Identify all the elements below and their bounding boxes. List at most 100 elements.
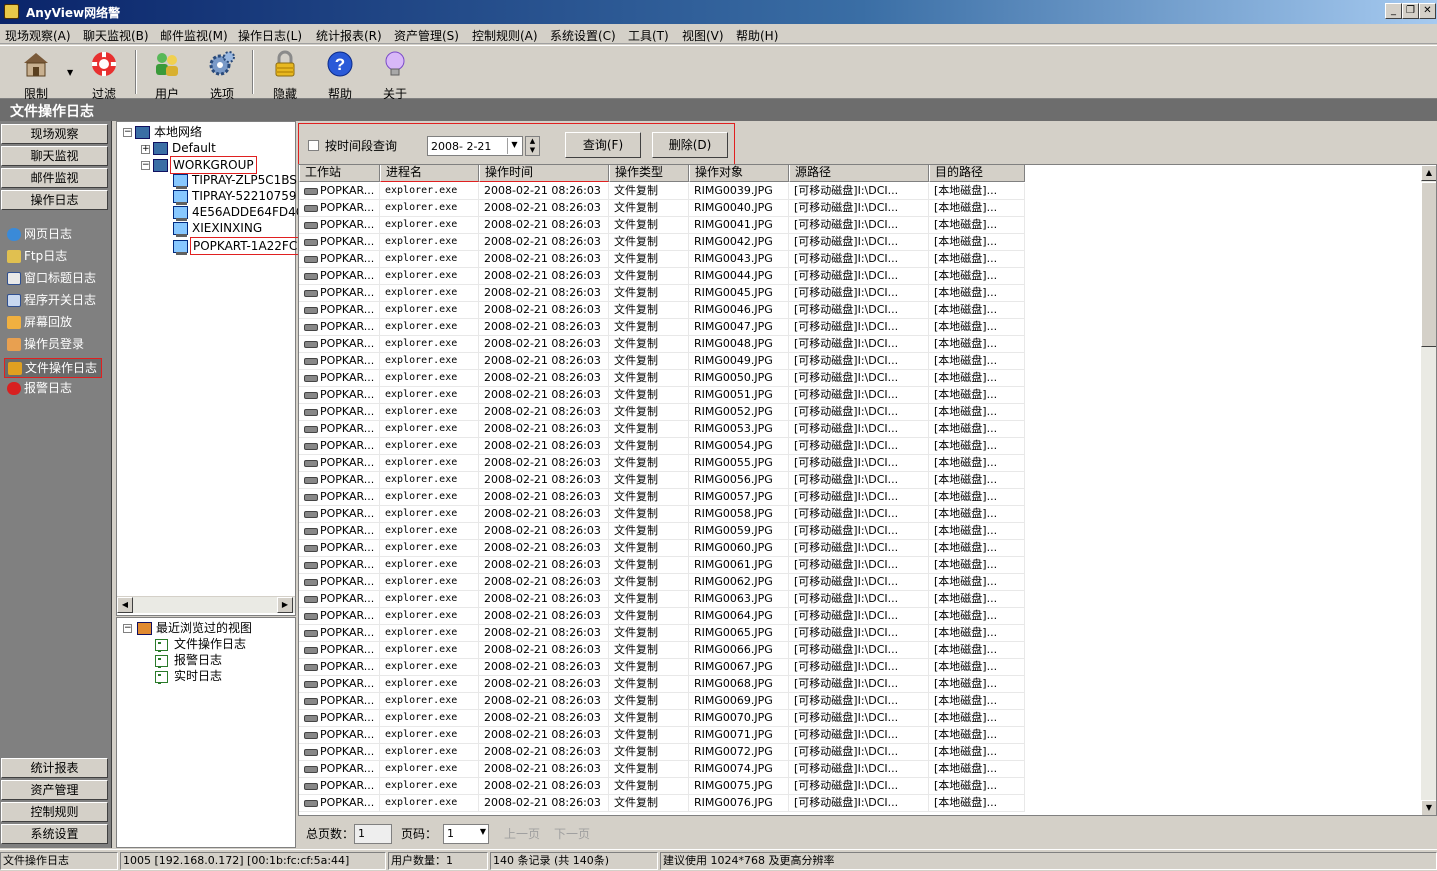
table-row[interactable]: POPKAR... explorer.exe 2008-02-21 08:26:03… <box>299 370 1419 387</box>
table-row[interactable]: POPKAR... explorer.exe 2008-02-21 08:26:03… <box>299 472 1419 489</box>
nav-item-operator-login[interactable]: 操作员登录 <box>4 335 102 355</box>
menu-assets[interactable]: 资产管理(S) <box>394 27 459 44</box>
table-row[interactable]: POPKAR... explorer.exe 2008-02-21 08:26:03… <box>299 727 1419 744</box>
time-range-checkbox[interactable] <box>308 140 319 151</box>
table-row[interactable]: POPKAR... explorer.exe 2008-02-21 08:26:03… <box>299 336 1419 353</box>
table-row[interactable]: POPKAR... explorer.exe 2008-02-21 08:26:03… <box>299 523 1419 540</box>
table-row[interactable]: POPKAR... explorer.exe 2008-02-21 08:26:03… <box>299 421 1419 438</box>
table-row[interactable]: POPKAR... explorer.exe 2008-02-21 08:26:03… <box>299 676 1419 693</box>
menu-chat-monitor[interactable]: 聊天监视(B) <box>83 27 149 44</box>
chevron-down-icon[interactable]: ▼ <box>507 138 521 154</box>
date-picker[interactable]: 2008- 2-21 ▼ <box>427 136 523 156</box>
menu-tools[interactable]: 工具(T) <box>628 27 669 44</box>
table-row[interactable]: POPKAR... explorer.exe 2008-02-21 08:26:03… <box>299 285 1419 302</box>
table-row[interactable]: POPKAR... explorer.exe 2008-02-21 08:26:03… <box>299 557 1419 574</box>
tree-collapse-icon[interactable]: − <box>123 128 132 137</box>
scroll-thumb[interactable] <box>1421 182 1436 347</box>
column-header-destination[interactable]: 目的路径 <box>929 165 1025 182</box>
nav-chat-monitor[interactable]: 聊天监视 <box>1 146 108 166</box>
tree-node-local-network[interactable]: 本地网络 <box>135 124 204 140</box>
menu-mail-monitor[interactable]: 邮件监视(M) <box>160 27 228 44</box>
recent-view-item[interactable]: 报警日志 <box>155 652 224 668</box>
table-row[interactable]: POPKAR... explorer.exe 2008-02-21 08:26:03… <box>299 506 1419 523</box>
table-row[interactable]: POPKAR... explorer.exe 2008-02-21 08:26:03… <box>299 183 1419 200</box>
scroll-right-icon[interactable]: ▶ <box>277 597 293 613</box>
nav-system-settings[interactable]: 系统设置 <box>1 824 108 844</box>
query-button[interactable]: 查询(F) <box>565 132 641 158</box>
nav-assets[interactable]: 资产管理 <box>1 780 108 800</box>
hide-button[interactable]: 隐藏 <box>260 50 310 102</box>
table-row[interactable]: POPKAR... explorer.exe 2008-02-21 08:26:03… <box>299 778 1419 795</box>
nav-item-screen-replay[interactable]: 屏幕回放 <box>4 313 102 333</box>
menu-statistics[interactable]: 统计报表(R) <box>316 27 382 44</box>
scroll-up-icon[interactable]: ▲ <box>1421 165 1436 181</box>
table-row[interactable]: POPKAR... explorer.exe 2008-02-21 08:26:03… <box>299 625 1419 642</box>
nav-live-view[interactable]: 现场观察 <box>1 124 108 144</box>
next-page-button[interactable]: 下一页 <box>554 825 590 842</box>
column-header-time[interactable]: 操作时间 <box>479 165 609 182</box>
tree-node-host[interactable]: TIPRAY-ZLP5C1BS <box>173 172 299 189</box>
table-row[interactable]: POPKAR... explorer.exe 2008-02-21 08:26:03… <box>299 642 1419 659</box>
restrict-button[interactable]: 限制 <box>11 50 61 102</box>
column-header-source[interactable]: 源路径 <box>789 165 929 182</box>
table-row[interactable]: POPKAR... explorer.exe 2008-02-21 08:26:03… <box>299 200 1419 217</box>
column-header-object[interactable]: 操作对象 <box>689 165 789 182</box>
nav-item-program-log[interactable]: 程序开关日志 <box>4 291 102 311</box>
nav-item-ftp-log[interactable]: Ftp日志 <box>4 247 102 267</box>
table-row[interactable]: POPKAR... explorer.exe 2008-02-21 08:26:03… <box>299 574 1419 591</box>
table-row[interactable]: POPKAR... explorer.exe 2008-02-21 08:26:03… <box>299 234 1419 251</box>
menu-help[interactable]: 帮助(H) <box>736 27 778 44</box>
table-row[interactable]: POPKAR... explorer.exe 2008-02-21 08:26:03… <box>299 489 1419 506</box>
tree-horizontal-scrollbar[interactable]: ◀ ▶ <box>117 596 295 613</box>
column-header-process[interactable]: 进程名 <box>380 165 479 182</box>
restrict-dropdown-icon[interactable]: ▼ <box>67 68 73 77</box>
scroll-down-icon[interactable]: ▼ <box>1421 800 1436 815</box>
table-row[interactable]: POPKAR... explorer.exe 2008-02-21 08:26:03… <box>299 404 1419 421</box>
nav-mail-monitor[interactable]: 邮件监视 <box>1 168 108 188</box>
filter-button[interactable]: 过滤 <box>79 50 129 102</box>
options-button[interactable]: 选项 <box>197 50 247 102</box>
menu-view[interactable]: 视图(V) <box>682 27 724 44</box>
chevron-down-icon[interactable]: ▼ <box>480 827 486 836</box>
table-row[interactable]: POPKAR... explorer.exe 2008-02-21 08:26:03… <box>299 251 1419 268</box>
table-row[interactable]: POPKAR... explorer.exe 2008-02-21 08:26:03… <box>299 659 1419 676</box>
menu-system-settings[interactable]: 系统设置(C) <box>550 27 616 44</box>
close-button[interactable]: ✕ <box>1419 3 1436 19</box>
recent-view-item[interactable]: 文件操作日志 <box>155 636 248 652</box>
minimize-button[interactable]: _ <box>1385 3 1402 19</box>
table-row[interactable]: POPKAR... explorer.exe 2008-02-21 08:26:03… <box>299 744 1419 761</box>
prev-page-button[interactable]: 上一页 <box>504 825 540 842</box>
table-row[interactable]: POPKAR... explorer.exe 2008-02-21 08:26:03… <box>299 302 1419 319</box>
tree-node-host[interactable]: TIPRAY-52210759 <box>173 188 299 205</box>
table-row[interactable]: POPKAR... explorer.exe 2008-02-21 08:26:03… <box>299 761 1419 778</box>
nav-operation-log[interactable]: 操作日志 <box>1 190 108 210</box>
nav-item-window-title-log[interactable]: 窗口标题日志 <box>4 269 102 289</box>
tree-node-workgroup[interactable]: WORKGROUP <box>153 156 257 174</box>
table-row[interactable]: POPKAR... explorer.exe 2008-02-21 08:26:03… <box>299 608 1419 625</box>
table-row[interactable]: POPKAR... explorer.exe 2008-02-21 08:26:03… <box>299 540 1419 557</box>
tree-node-default[interactable]: Default <box>153 140 218 156</box>
nav-item-file-operation-log[interactable]: 文件操作日志 <box>4 358 102 378</box>
tree-expand-icon[interactable]: + <box>141 145 150 154</box>
table-vertical-scrollbar[interactable]: ▲ ▼ <box>1421 165 1436 815</box>
table-row[interactable]: POPKAR... explorer.exe 2008-02-21 08:26:03… <box>299 268 1419 285</box>
tree-node-host-selected[interactable]: POPKART-1A22FC <box>173 237 301 255</box>
nav-item-web-log[interactable]: 网页日志 <box>4 225 102 245</box>
tree-node-host[interactable]: XIEXINXING <box>173 220 264 237</box>
table-row[interactable]: POPKAR... explorer.exe 2008-02-21 08:26:03… <box>299 591 1419 608</box>
table-row[interactable]: POPKAR... explorer.exe 2008-02-21 08:26:03… <box>299 217 1419 234</box>
user-button[interactable]: 用户 <box>142 50 192 102</box>
menu-control-rules[interactable]: 控制规则(A) <box>472 27 538 44</box>
tree-collapse-icon[interactable]: − <box>123 624 132 633</box>
menu-operation-log[interactable]: 操作日志(L) <box>238 27 302 44</box>
delete-button[interactable]: 删除(D) <box>652 132 728 158</box>
tree-collapse-icon[interactable]: − <box>141 161 150 170</box>
table-row[interactable]: POPKAR... explorer.exe 2008-02-21 08:26:03… <box>299 710 1419 727</box>
nav-control-rules[interactable]: 控制规则 <box>1 802 108 822</box>
tree-node-host[interactable]: 4E56ADDE64FD4C9 <box>173 204 314 221</box>
column-header-type[interactable]: 操作类型 <box>609 165 689 182</box>
date-spinner[interactable]: ▲ ▼ <box>525 136 540 156</box>
restore-button[interactable]: ❐ <box>1402 3 1419 19</box>
scroll-left-icon[interactable]: ◀ <box>117 597 133 613</box>
recent-views-title[interactable]: 最近浏览过的视图 <box>137 620 254 636</box>
